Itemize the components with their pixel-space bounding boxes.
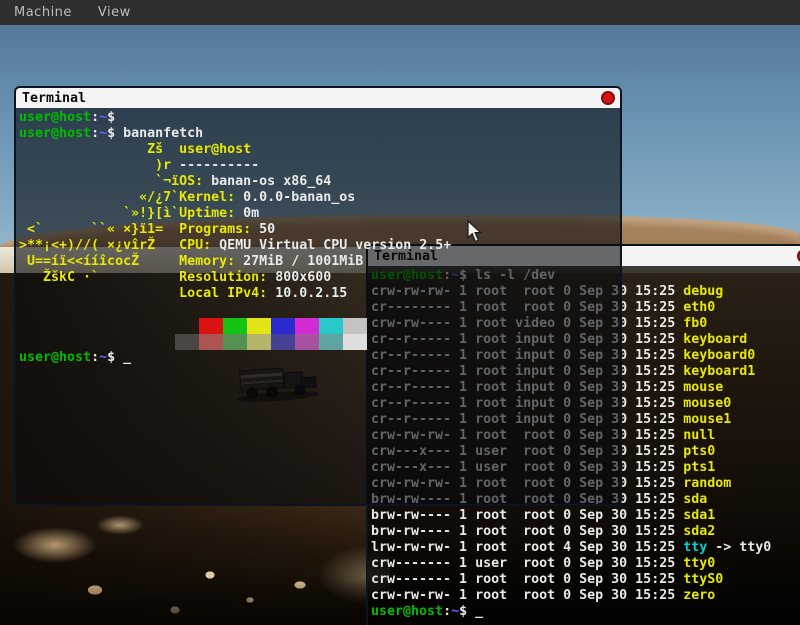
terminal-line [16,318,620,334]
terminal-line: <` ``« ×}ï1= Programs: 50 [16,222,620,238]
terminal-line [16,302,620,318]
menu-bar: Machine View [0,0,800,25]
terminal-line: Local IPv4: 10.0.2.15 [16,286,620,302]
terminal-front-title: Terminal [22,91,86,106]
terminal-line: crw------- 1 user root 0 Sep 30 15:25 tt… [368,556,800,572]
terminal-line: ŽškC ·` Resolution: 800x600 [16,270,620,286]
terminal-line: crw------- 1 root root 0 Sep 30 15:25 tt… [368,572,800,588]
mouse-cursor [467,220,483,244]
terminal-line: brw-rw---- 1 root root 0 Sep 30 15:25 sd… [368,508,800,524]
terminal-line: lrw-rw-rw- 1 root root 4 Sep 30 15:25 tt… [368,540,800,556]
terminal-front-titlebar[interactable]: Terminal [16,88,620,108]
terminal-line: user@host:~$ bananfetch [16,126,620,142]
terminal-line: crw-rw-rw- 1 root root 0 Sep 30 15:25 ze… [368,588,800,604]
close-button[interactable] [601,91,615,105]
terminal-line: user@host:~$ [16,110,620,126]
terminal-line: >**¡<+)//( ×¿vîrŽ CPU: QEMU Virtual CPU … [16,238,620,254]
terminal-line: brw-rw---- 1 root root 0 Sep 30 15:25 sd… [368,524,800,540]
terminal-line: `¬ïOS: banan-os x86_64 [16,174,620,190]
terminal-line [16,334,620,350]
terminal-line: user@host:~$ _ [16,350,620,366]
terminal-front-output[interactable]: user@host:~$ user@host:~$ bananfetch Zš … [16,108,620,504]
menu-item-machine[interactable]: Machine [14,5,72,20]
terminal-line: )r ---------- [16,158,620,174]
terminal-line: user@host:~$ _ [368,604,800,620]
terminal-line: U==íï<<ííîcocŽ Memory: 27MiB / 1001MiB [16,254,620,270]
menu-item-view[interactable]: View [98,5,131,20]
terminal-line: «/¿7`Kernel: 0.0.0-banan_os [16,190,620,206]
terminal-line: Zš user@host [16,142,620,158]
terminal-line: `»!}[ì`Uptime: 0m [16,206,620,222]
terminal-window-front[interactable]: Terminal user@host:~$ user@host:~$ banan… [14,86,622,506]
